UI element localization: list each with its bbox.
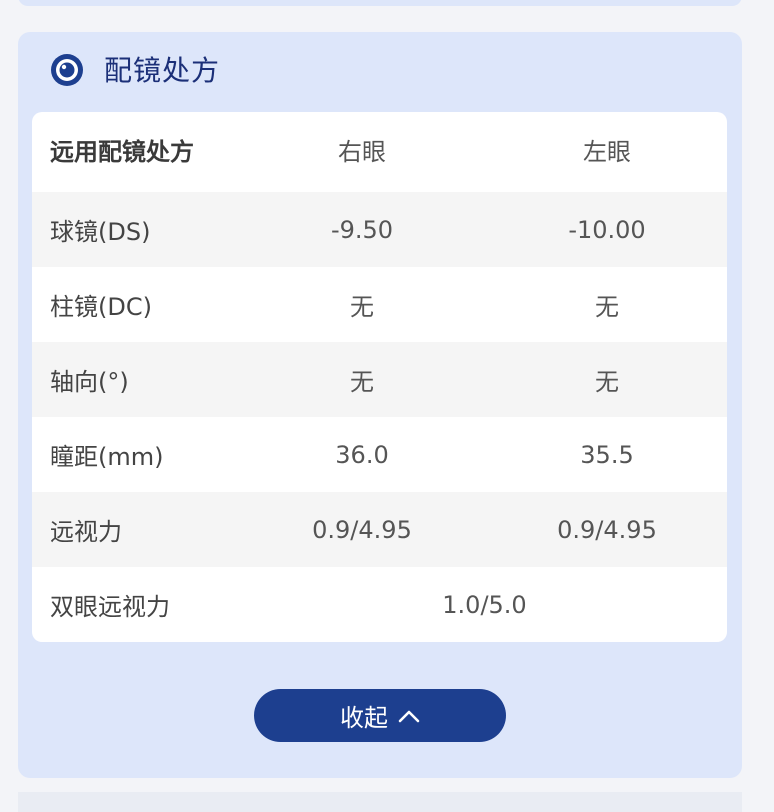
table-row: 柱镜(DC) 无 无: [32, 267, 727, 342]
right-eye-value: 无: [350, 293, 374, 321]
prescription-table: 远用配镜处方 右眼 左眼 球镜(DS) -9.50 -10.00 柱镜(DC) …: [32, 112, 727, 642]
row-label: 柱镜(DC): [50, 293, 152, 321]
left-eye-value: 35.5: [580, 440, 634, 469]
left-eye-value: 无: [595, 293, 619, 321]
right-eye-value: 0.9/4.95: [312, 515, 412, 544]
right-eye-value: -9.50: [330, 215, 394, 244]
table-row-binocular: 双眼远视力 1.0/5.0: [32, 567, 727, 642]
row-label: 球镜(DS): [50, 218, 151, 246]
header-right-eye: 右眼: [338, 138, 386, 166]
left-eye-value: 无: [595, 368, 619, 396]
left-eye-value: -10.00: [568, 215, 646, 244]
table-row: 轴向(°) 无 无: [32, 342, 727, 417]
panel-header: 配镜处方: [18, 32, 742, 112]
collapse-button[interactable]: 收起: [254, 689, 506, 742]
right-eye-value: 36.0: [335, 440, 389, 469]
prescription-panel: 配镜处方 远用配镜处方 右眼 左眼 球镜(DS) -9.50 -10.00 柱镜…: [18, 32, 742, 778]
header-label: 远用配镜处方: [50, 138, 194, 166]
binocular-value: 1.0/5.0: [442, 590, 527, 619]
table-row: 瞳距(mm) 36.0 35.5: [32, 417, 727, 492]
right-eye-value: 无: [350, 368, 374, 396]
previous-card: [18, 0, 742, 6]
table-row: 球镜(DS) -9.50 -10.00: [32, 192, 727, 267]
eye-icon: [51, 54, 83, 86]
left-eye-value: 0.9/4.95: [557, 515, 657, 544]
row-label: 瞳距(mm): [50, 443, 164, 471]
table-row: 远视力 0.9/4.95 0.9/4.95: [32, 492, 727, 567]
chevron-up-icon: [398, 710, 420, 722]
bottom-edge: [18, 792, 742, 812]
row-label: 远视力: [50, 518, 122, 546]
row-label: 双眼远视力: [50, 593, 170, 621]
header-left-eye: 左眼: [583, 138, 631, 166]
table-header-row: 远用配镜处方 右眼 左眼: [32, 112, 727, 187]
collapse-button-label: 收起: [340, 704, 388, 732]
section-title: 配镜处方: [104, 54, 221, 87]
row-label: 轴向(°): [50, 368, 129, 396]
